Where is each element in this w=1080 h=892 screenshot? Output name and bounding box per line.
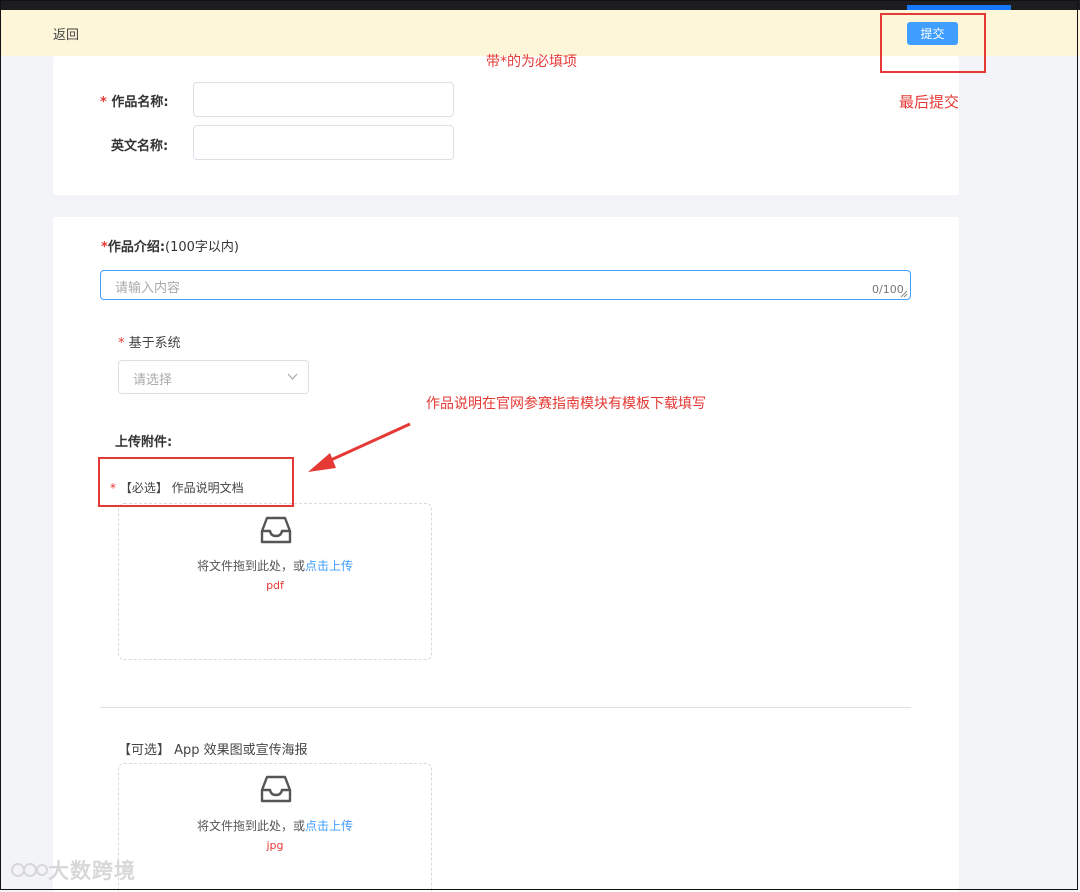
intro-label: *作品介绍:(100字以内) xyxy=(101,240,239,255)
intro-char-counter: 0/100 xyxy=(872,283,904,296)
submit-highlight-box xyxy=(880,13,986,73)
submit-note: 最后提交 xyxy=(899,93,960,111)
work-name-label: * 作品名称: xyxy=(100,95,169,110)
doc-template-note: 作品说明在官网参赛指南模块有模板下载填写 xyxy=(426,396,706,412)
drop-hint: 将文件拖到此处，或点击上传 xyxy=(196,559,354,573)
file-type-hint: jpg xyxy=(266,839,284,852)
chevron-down-icon xyxy=(287,373,298,380)
system-placeholder: 请选择 xyxy=(133,373,173,388)
work-name-input[interactable] xyxy=(193,82,454,117)
required-doc-upload[interactable]: 将文件拖到此处，或点击上传 pdf xyxy=(118,503,432,660)
english-name-label: 英文名称: xyxy=(111,139,169,154)
section-divider xyxy=(100,707,911,708)
file-type-hint: pdf xyxy=(266,579,284,592)
watermark-logo-icon xyxy=(11,863,48,877)
click-upload-link[interactable]: 点击上传 xyxy=(305,819,353,833)
attachments-title: 上传附件: xyxy=(115,435,173,450)
drop-hint: 将文件拖到此处，或点击上传 xyxy=(196,819,354,833)
resize-handle-icon[interactable] xyxy=(900,290,908,298)
inbox-icon xyxy=(260,775,292,803)
basic-info-card xyxy=(53,56,959,195)
intro-textarea[interactable] xyxy=(100,270,911,300)
required-fields-note: 带*的为必填项 xyxy=(486,54,577,70)
optional-label: 【可选】 App 效果图或宣传海报 xyxy=(118,743,308,758)
click-upload-link[interactable]: 点击上传 xyxy=(305,559,353,573)
intro-placeholder: 请输入内容 xyxy=(115,281,181,296)
back-link[interactable]: 返回 xyxy=(53,24,79,43)
annotation-arrow xyxy=(308,422,411,472)
optional-poster-upload[interactable]: 将文件拖到此处，或点击上传 jpg xyxy=(118,763,432,892)
watermark: 大数跨境 xyxy=(10,855,136,885)
system-label: * 基于系统 xyxy=(118,336,181,351)
inbox-icon xyxy=(260,516,292,544)
english-name-input[interactable] xyxy=(193,125,454,160)
required-doc-highlight-box xyxy=(98,457,294,507)
